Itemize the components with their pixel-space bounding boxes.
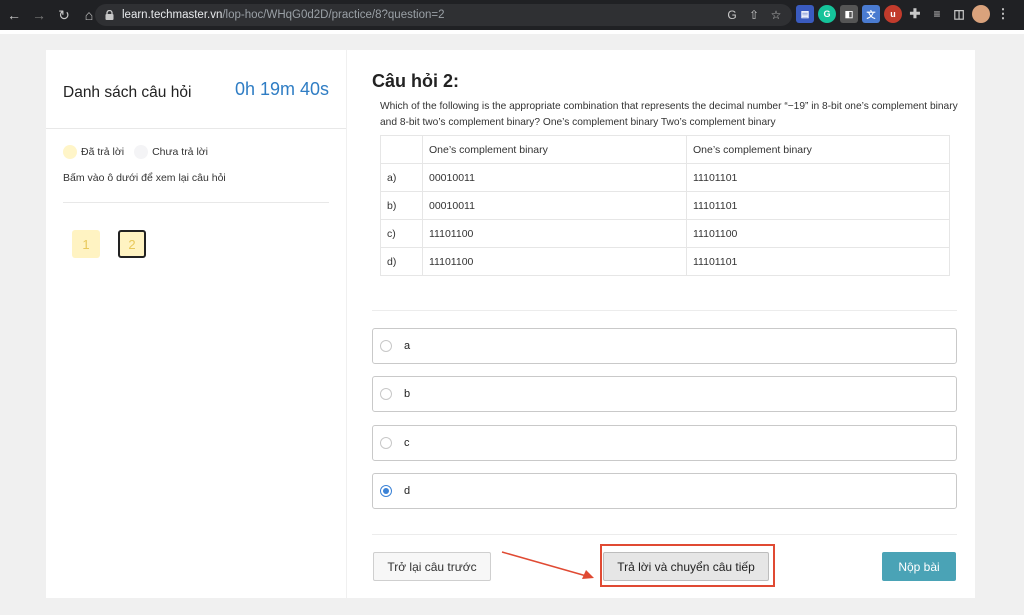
question-title: Câu hỏi 2:	[372, 71, 460, 91]
radio-a[interactable]	[380, 340, 392, 352]
table-cell: 11101101	[686, 191, 950, 220]
option-c[interactable]: c	[372, 425, 957, 461]
url-path: /lop-hoc/WHqG0d2D/practice/8?question=2	[222, 9, 445, 21]
legend-unanswered: Chưa trả lời	[152, 146, 208, 158]
back-icon[interactable]: ←	[3, 4, 25, 26]
page: Danh sách câu hỏi 0h 19m 40s Đã trả lời …	[0, 30, 1024, 615]
table-cell: 11101101	[686, 247, 950, 276]
submit-button[interactable]: Nộp bài	[882, 552, 956, 581]
browser-toolbar: ← → ↻ ⌂ learn.techmaster.vn/lop-hoc/WHqG…	[0, 0, 1024, 30]
table-header: One’s complement binary	[686, 135, 950, 164]
table-cell: c)	[380, 219, 423, 248]
table-cell: b)	[380, 191, 423, 220]
table-row: b) 00010011 11101101	[380, 191, 950, 220]
share-icon[interactable]: ⇧	[746, 7, 762, 23]
legend-answered: Đã trả lời	[81, 146, 125, 158]
divider	[372, 534, 957, 535]
lock-icon	[105, 10, 114, 20]
annotation-arrow-icon	[501, 551, 594, 579]
question-list-title: Danh sách câu hỏi	[63, 84, 192, 101]
option-b[interactable]: b	[372, 376, 957, 412]
question-text: Which of the following is the appropriat…	[380, 101, 958, 128]
answer-table: One’s complement binary One’s complement…	[380, 135, 950, 276]
option-a[interactable]: a	[372, 328, 957, 364]
option-label: d	[404, 485, 411, 497]
table-cell: 00010011	[422, 191, 687, 220]
question-button-2[interactable]: 2	[118, 230, 146, 258]
grammarly-icon[interactable]: G	[818, 5, 836, 23]
reload-icon[interactable]: ↻	[53, 4, 75, 26]
sidebar-icon[interactable]: ◫	[950, 5, 968, 23]
divider	[46, 128, 346, 129]
option-label: c	[404, 437, 410, 449]
table-row: a) 00010011 11101101	[380, 163, 950, 192]
radio-d[interactable]	[380, 485, 392, 497]
bookmark-star-icon[interactable]: ☆	[768, 7, 784, 23]
legend: Đã trả lời Chưa trả lời	[63, 145, 208, 159]
menu-icon[interactable]: ⋮	[994, 5, 1012, 23]
question-list-panel: Danh sách câu hỏi 0h 19m 40s Đã trả lời …	[46, 50, 346, 598]
table-cell: a)	[380, 163, 423, 192]
address-bar[interactable]: learn.techmaster.vn/lop-hoc/WHqG0d2D/pra…	[95, 4, 792, 26]
timer: 0h 19m 40s	[234, 79, 329, 99]
divider	[63, 202, 329, 203]
puzzle-icon[interactable]: ✚	[906, 5, 924, 23]
hint-text: Bấm vào ô dưới để xem lại câu hỏi	[63, 172, 226, 184]
table-cell: 11101100	[422, 219, 687, 248]
radio-c[interactable]	[380, 437, 392, 449]
table-header-row: One’s complement binary One’s complement…	[380, 135, 950, 164]
table-row: d) 11101100 11101101	[380, 247, 950, 276]
google-icon[interactable]: G	[724, 7, 740, 23]
url-host: learn.techmaster.vn	[122, 9, 223, 21]
extension-icon[interactable]: ◧	[840, 5, 858, 23]
ublock-icon[interactable]: u	[884, 5, 902, 23]
option-d[interactable]: d	[372, 473, 957, 509]
question-button-1[interactable]: 1	[72, 230, 100, 258]
option-label: b	[404, 388, 411, 400]
table-cell: 00010011	[422, 163, 687, 192]
table-row: c) 11101100 11101100	[380, 219, 950, 248]
extension-icon[interactable]: ▤	[796, 5, 814, 23]
translate-icon[interactable]: 文	[862, 5, 880, 23]
table-cell: 11101100	[686, 219, 950, 248]
previous-question-button[interactable]: Trở lại câu trước	[373, 552, 491, 581]
option-label: a	[404, 340, 411, 352]
table-cell: 11101100	[422, 247, 687, 276]
forward-icon[interactable]: →	[28, 4, 50, 26]
table-header: One’s complement binary	[422, 135, 687, 164]
unanswered-dot	[134, 145, 149, 159]
avatar[interactable]	[972, 5, 990, 23]
radio-b[interactable]	[380, 388, 392, 400]
annotation-highlight	[600, 544, 775, 587]
question-panel: Câu hỏi 2: Which of the following is the…	[347, 50, 975, 598]
table-header	[380, 135, 423, 164]
divider	[372, 310, 957, 311]
reading-list-icon[interactable]: ≡	[928, 5, 946, 23]
answered-dot	[63, 145, 77, 159]
table-cell: 11101101	[686, 163, 950, 192]
table-cell: d)	[380, 247, 423, 276]
